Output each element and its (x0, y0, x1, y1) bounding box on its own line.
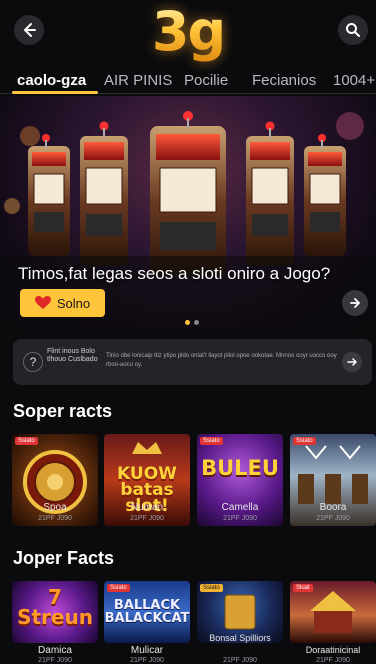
card-badge: Ssiato (200, 437, 223, 445)
card-badge: Ssiato (293, 437, 316, 445)
hero-title: Timos,fat legas seos a sloti oniro a Jog… (18, 264, 331, 283)
info-notice[interactable]: ? Flint inous Bolo tlhouo Cuslbado Tinio… (13, 339, 372, 385)
card-art-text: 7 Streun (17, 585, 93, 629)
app-logo[interactable]: 3g (0, 2, 376, 62)
game-card[interactable]: Sluat (290, 581, 376, 643)
top-bar: 3g (0, 0, 376, 64)
temple-icon (310, 591, 356, 633)
tab-1004[interactable]: 1004+ (333, 72, 375, 89)
card-subtitle: 21PF J090 (38, 515, 72, 522)
card-badge: Ssiato (107, 584, 130, 592)
question-icon: ? (23, 352, 43, 372)
card-badge: Ssiato (15, 437, 38, 445)
section-title: Soper racts (13, 401, 113, 421)
card-title: Boora (319, 502, 347, 513)
card-title: Bonsal Spilliors (209, 633, 271, 643)
card-title: Mulicar (130, 645, 164, 656)
tab-air-pinis[interactable]: AIR PINIS (104, 72, 172, 89)
game-card[interactable]: Ssiato BALLACK BALACKCAT (104, 581, 190, 643)
card-title: Camella (221, 502, 259, 513)
card-subtitle: 21PF J090 (130, 515, 164, 522)
card-art-text: BALLACK BALACKCAT (104, 598, 190, 626)
card-subtitle: 21PF J090 (316, 515, 350, 522)
chevron-right-icon (350, 298, 360, 308)
tab-caolo-gza[interactable]: caolo-gza (17, 72, 86, 89)
notice-go-button[interactable] (342, 352, 362, 372)
card-title: Doraatinicinal (305, 645, 361, 655)
search-icon (346, 23, 360, 37)
search-button[interactable] (338, 15, 368, 45)
carousel-dot[interactable] (185, 320, 190, 325)
active-tab-indicator (12, 91, 98, 94)
game-card[interactable]: 7 Streun (12, 581, 98, 643)
card-subtitle: 21PF J090 (223, 657, 257, 664)
card-art-text: BULEU (201, 456, 279, 480)
card-subtitle: 21PF J090 (316, 657, 350, 664)
card-subtitle: 21PF J090 (38, 657, 72, 664)
notice-label: Flint inous Bolo tlhouo Cuslbado (47, 348, 98, 363)
tab-pocilie[interactable]: Pocilie (184, 72, 228, 89)
tab-fecianios[interactable]: Fecianios (252, 72, 316, 89)
hero-cta-label: Solno (56, 295, 91, 311)
card-title: Damica (38, 645, 72, 656)
carousel-dot[interactable] (194, 320, 199, 325)
section-title: Joper Facts (13, 548, 115, 568)
card-subtitle: 21PF J090 (130, 657, 164, 664)
arrow-right-icon (347, 358, 357, 366)
heart-icon (34, 296, 51, 309)
notice-text: Tinio obe lonicaip ttiz ytipo pldo onlat… (106, 353, 337, 368)
card-title: Spoa (43, 502, 67, 513)
card-subtitle: 21PF J090 (223, 515, 257, 522)
hero-next-button[interactable] (342, 290, 368, 316)
hero-cta-button[interactable]: Solno (20, 289, 105, 317)
carousel-dots (185, 320, 199, 325)
card-title: Numan (130, 502, 164, 513)
